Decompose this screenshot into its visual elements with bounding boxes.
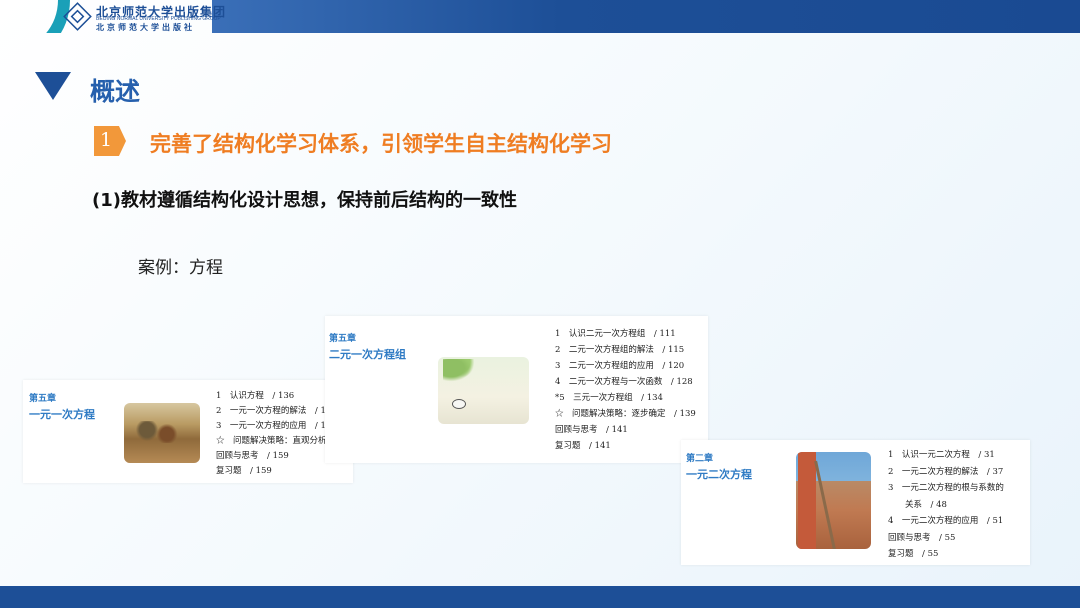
toc-item: 2 一元二次方程的解法 / 37 (888, 466, 1004, 477)
toc-item: 1 认识一元二次方程 / 31 (888, 450, 995, 460)
chapter-title: 二元一次方程组 (329, 348, 406, 361)
point-heading: 完善了结构化学习体系，引领学生自主结构化学习 (150, 132, 612, 156)
toc-item: 回顾与思考 / 55 (888, 532, 956, 543)
toc-item: 3 一元二次方程的根与系数的 (888, 483, 1004, 493)
chapter-title: 一元二次方程 (686, 468, 752, 481)
chapter-number: 第五章 (329, 334, 357, 344)
toc-item: 关系 / 48 (888, 499, 947, 510)
toc-item: 回顾与思考 / 141 (555, 425, 628, 435)
toc-item: 复习题 / 159 (216, 466, 272, 476)
chapter-number: 第二章 (686, 454, 714, 464)
toc-item: 4 二元一次方程与一次函数 / 128 (555, 377, 693, 387)
bottom-bar (0, 586, 1080, 608)
chapter-illustration (438, 357, 529, 424)
publisher-name-cn-secondary: 北京师范大学出版社 (96, 22, 195, 32)
toc-item: 复习题 / 55 (888, 549, 939, 559)
toc-item: 1 认识二元一次方程组 / 111 (555, 329, 676, 339)
subpoint-heading: (1)教材遵循结构化设计思想，保持前后结构的一致性 (92, 190, 517, 211)
toc-card-linear-system: 第五章 二元一次方程组 1 认识二元一次方程组 / 111 2 二元一次方程组的… (325, 316, 708, 463)
toc-list: 1 认识二元一次方程组 / 111 2 二元一次方程组的解法 / 115 3 二… (555, 326, 696, 454)
toc-item: *5 三元一次方程组 / 134 (555, 393, 663, 403)
toc-item: 3 二元一次方程组的应用 / 120 (555, 361, 685, 371)
point-number: 1 (100, 129, 113, 151)
point-number-badge: 1 (94, 126, 130, 156)
chapter-illustration (796, 452, 871, 549)
chapter-number: 第五章 (29, 394, 57, 404)
blue-header-stripe (212, 0, 1080, 33)
toc-card-quadratic-equation: 第二章 一元二次方程 1 认识一元二次方程 / 31 2 一元二次方程的解法 /… (681, 440, 1030, 565)
toc-item: 复习题 / 141 (555, 441, 611, 451)
toc-card-linear-equation: 第五章 一元一次方程 1 认识方程 / 136 2 一元一次方程的解法 / 13… (23, 380, 357, 483)
teal-arc-decoration (0, 0, 70, 33)
case-label: 案例：方程 (138, 258, 223, 278)
toc-list: 1 认识一元二次方程 / 31 2 一元二次方程的解法 / 37 3 一元二次方… (888, 447, 1004, 563)
toc-item: 4 一元二次方程的应用 / 51 (888, 516, 1004, 526)
section-title: 概述 (90, 77, 141, 106)
toc-item: 2 二元一次方程组的解法 / 115 (555, 345, 685, 355)
toc-item: ☆ 问题解决策略：逐步确定 / 139 (555, 409, 696, 419)
chapter-title: 一元一次方程 (29, 408, 95, 421)
chapter-illustration (124, 403, 200, 463)
triangle-bullet-icon (35, 72, 71, 100)
